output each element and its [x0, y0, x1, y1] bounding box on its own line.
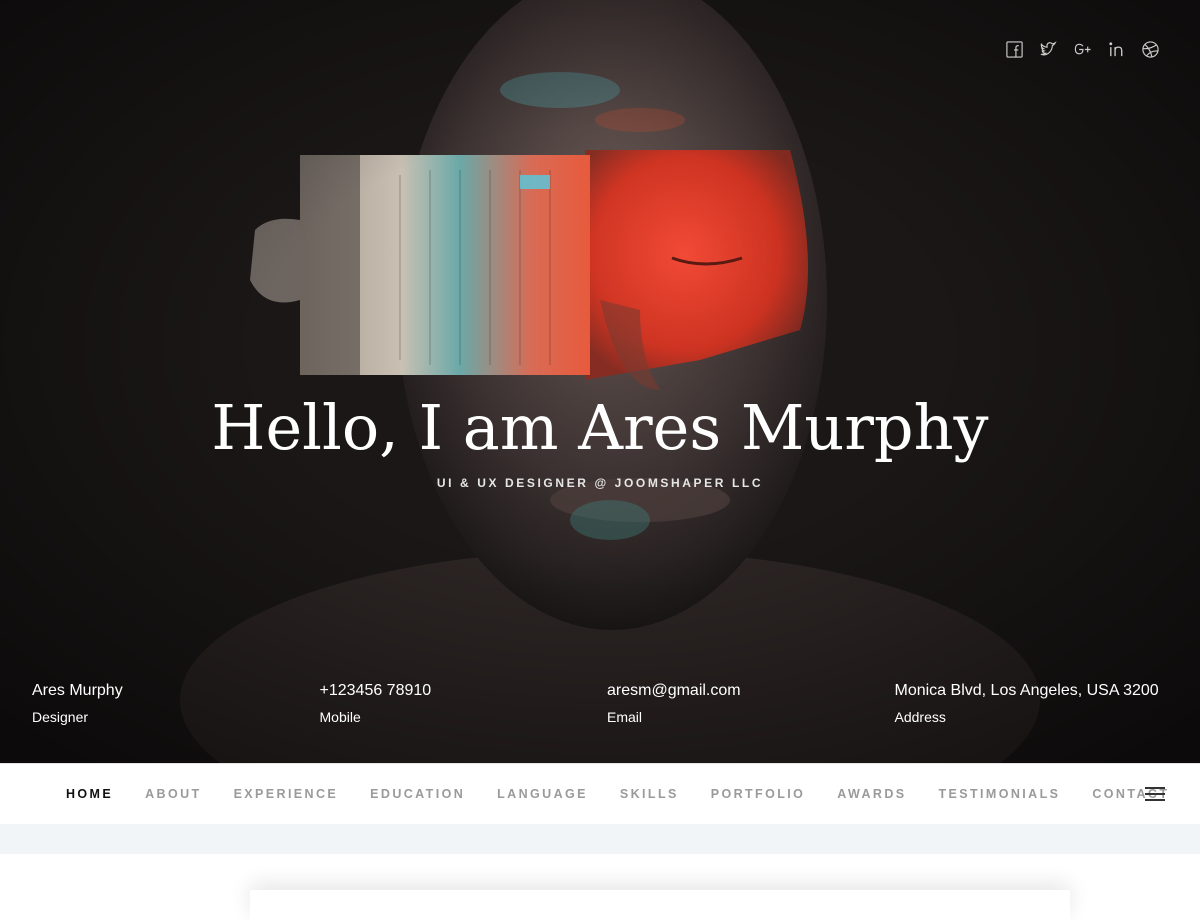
- info-value: Monica Blvd, Los Angeles, USA 3200: [894, 682, 1159, 699]
- nav-item-experience[interactable]: EXPERIENCE: [218, 787, 355, 801]
- info-phone: +123456 78910 Mobile: [320, 680, 608, 727]
- hero-title: Hello, I am Ares Murphy: [211, 391, 989, 464]
- nav-menu: HOME ABOUT EXPERIENCE EDUCATION LANGUAGE…: [50, 764, 1185, 824]
- info-value[interactable]: aresm@gmail.com: [607, 680, 895, 702]
- nav-item-skills[interactable]: SKILLS: [604, 787, 695, 801]
- nav-item-portfolio[interactable]: PORTFOLIO: [695, 787, 822, 801]
- info-label: Address: [894, 709, 946, 725]
- info-name: Ares Murphy Designer: [32, 680, 320, 727]
- nav-item-home[interactable]: HOME: [50, 787, 129, 801]
- nav-item-language[interactable]: LANGUAGE: [481, 787, 604, 801]
- info-label: Mobile: [319, 709, 361, 725]
- info-value[interactable]: +123456 78910: [320, 680, 608, 702]
- nav-item-testimonials[interactable]: TESTIMONIALS: [923, 787, 1077, 801]
- section-divider-strip: [0, 824, 1200, 854]
- hero-portrait-image: [0, 0, 1200, 763]
- dribbble-icon[interactable]: [1140, 38, 1160, 60]
- google-plus-icon[interactable]: [1072, 38, 1092, 60]
- info-label: Designer: [32, 709, 89, 725]
- info-value: Ares Murphy: [32, 682, 123, 699]
- content-card: [250, 890, 1070, 920]
- twitter-icon[interactable]: [1038, 38, 1058, 60]
- nav-item-education[interactable]: EDUCATION: [354, 787, 481, 801]
- main-navbar: HOME ABOUT EXPERIENCE EDUCATION LANGUAGE…: [0, 763, 1200, 824]
- info-label: Email: [607, 709, 643, 725]
- info-email: aresm@gmail.com Email: [607, 680, 895, 727]
- hamburger-menu-icon[interactable]: [1145, 787, 1165, 801]
- nav-item-contact[interactable]: CONTACT: [1076, 787, 1185, 801]
- hero-section: Hello, I am Ares Murphy UI & UX DESIGNER…: [0, 0, 1200, 763]
- nav-item-awards[interactable]: AWARDS: [821, 787, 922, 801]
- facebook-icon[interactable]: [1004, 38, 1024, 60]
- social-links: [1004, 38, 1160, 60]
- contact-info-row: Ares Murphy Designer +123456 78910 Mobil…: [32, 680, 1182, 727]
- hero-subtitle: UI & UX DESIGNER @ JOOMSHAPER LLC: [436, 476, 764, 490]
- linkedin-icon[interactable]: [1106, 38, 1126, 60]
- nav-item-about[interactable]: ABOUT: [129, 787, 217, 801]
- info-address: Monica Blvd, Los Angeles, USA 3200 Addre…: [895, 680, 1183, 727]
